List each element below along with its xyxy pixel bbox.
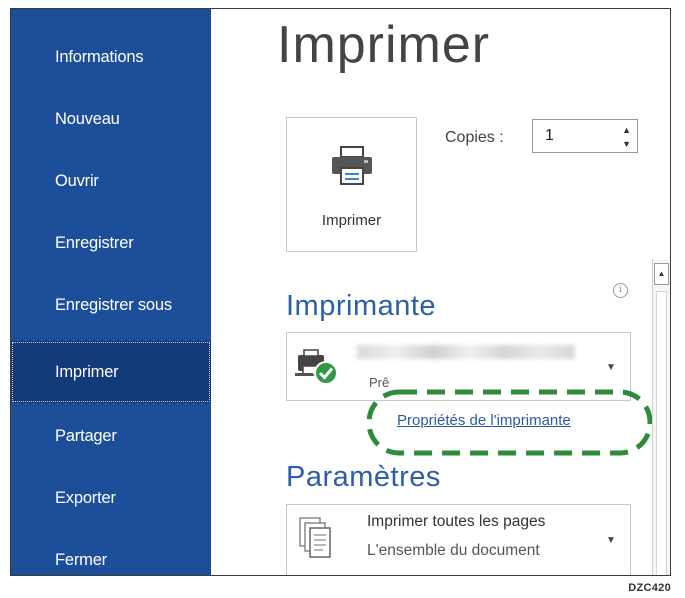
sidebar: Informations Nouveau Ouvrir Enregistrer … <box>11 9 211 575</box>
print-range-select[interactable]: Imprimer toutes les pages L'ensemble du … <box>286 504 631 575</box>
printer-section-title: Imprimante <box>286 290 437 322</box>
figure-code: DZC420 <box>628 582 671 594</box>
sidebar-item-nouveau[interactable]: Nouveau <box>11 88 211 150</box>
info-icon[interactable]: i <box>613 283 628 298</box>
sidebar-item-imprimer[interactable]: Imprimer <box>11 341 211 403</box>
sidebar-item-informations[interactable]: Informations <box>11 26 211 88</box>
printer-icon <box>332 146 372 185</box>
copies-increment-icon[interactable]: ▲ <box>622 125 631 135</box>
app-window: Informations Nouveau Ouvrir Enregistrer … <box>10 8 671 576</box>
chevron-down-icon[interactable]: ▼ <box>606 362 616 373</box>
chevron-down-icon[interactable]: ▼ <box>606 535 616 546</box>
sidebar-item-partager[interactable]: Partager <box>11 405 211 467</box>
sidebar-item-ouvrir[interactable]: Ouvrir <box>11 150 211 212</box>
scroll-up-icon[interactable]: ▲ <box>654 263 669 285</box>
print-range-value: Imprimer toutes les pages <box>367 513 546 530</box>
printer-status: Prê <box>369 375 390 390</box>
copies-value: 1 <box>545 127 554 144</box>
vertical-scrollbar[interactable]: ▲ <box>652 259 670 575</box>
pages-icon <box>299 517 331 558</box>
settings-section-title: Paramètres <box>286 461 441 493</box>
sidebar-item-exporter[interactable]: Exporter <box>11 467 211 529</box>
sidebar-item-fermer[interactable]: Fermer <box>11 529 211 575</box>
sidebar-item-enregistrer-sous[interactable]: Enregistrer sous <box>11 274 211 336</box>
page-title: Imprimer <box>277 16 491 74</box>
copies-stepper[interactable]: 1 ▲ ▼ <box>532 119 638 153</box>
print-button[interactable]: Imprimer <box>286 117 417 252</box>
print-button-label: Imprimer <box>321 212 382 229</box>
printer-select[interactable]: Prê ▼ <box>286 332 631 401</box>
sidebar-item-enregistrer[interactable]: Enregistrer <box>11 212 211 274</box>
printer-ready-icon <box>295 349 338 385</box>
copies-label: Copies : <box>445 129 504 146</box>
print-panel: Imprimer Imprimer Copies : 1 ▲ ▼ Imprima… <box>211 9 670 575</box>
print-range-description: L'ensemble du document <box>367 542 540 559</box>
copies-decrement-icon[interactable]: ▼ <box>622 139 631 149</box>
printer-properties-link[interactable]: Propriétés de l'imprimante <box>397 412 571 429</box>
scroll-thumb[interactable] <box>656 291 667 575</box>
printer-name-redacted <box>357 345 575 359</box>
